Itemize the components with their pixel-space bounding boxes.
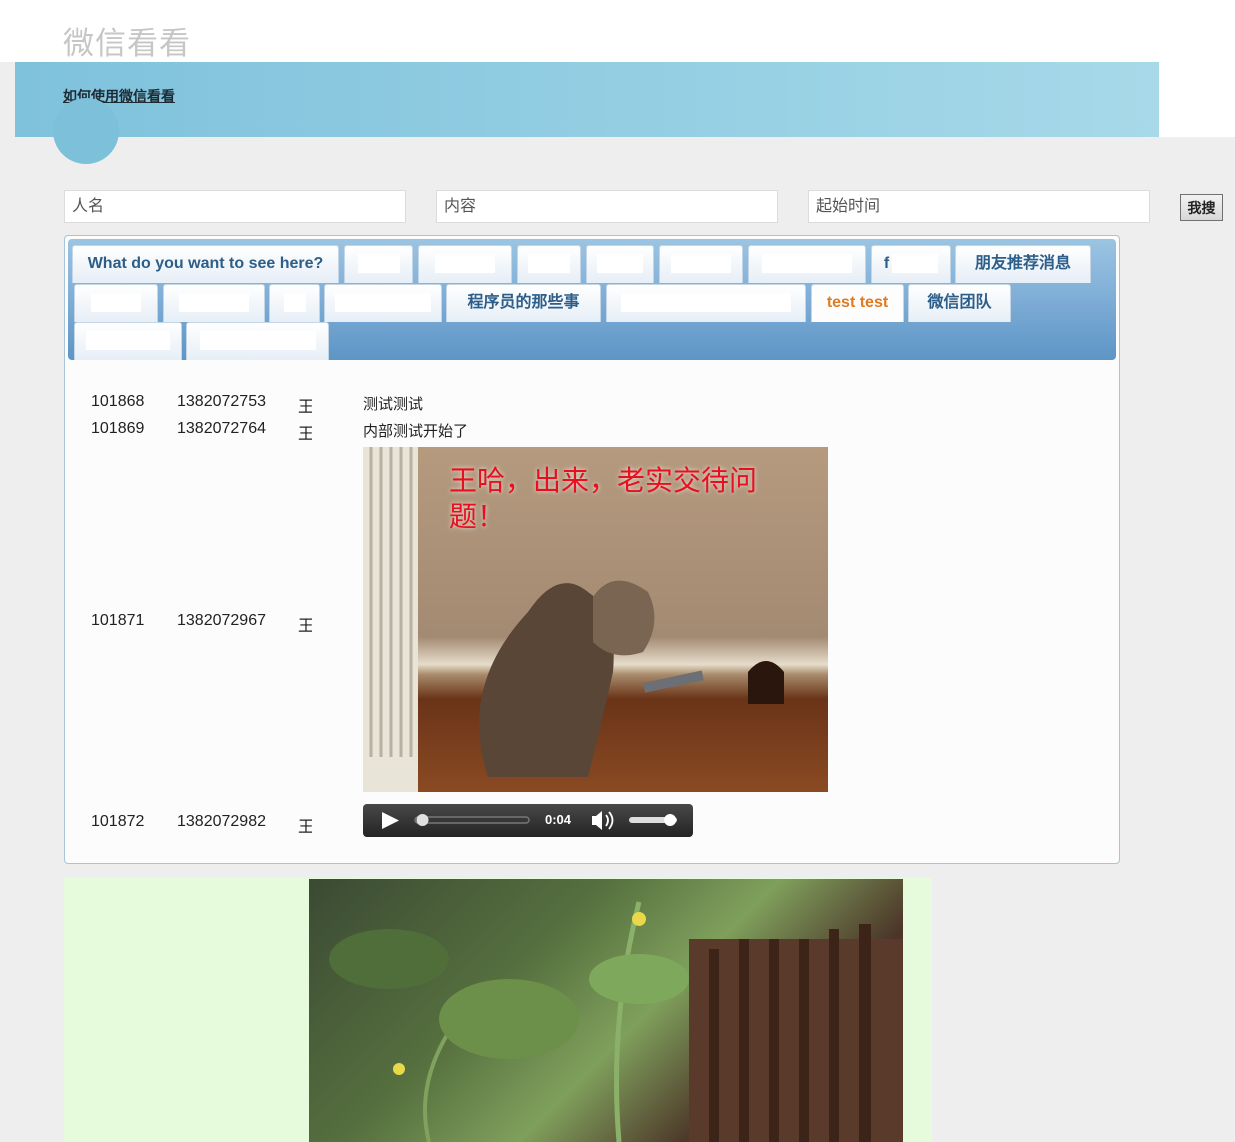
tab-redacted-3[interactable] <box>517 245 581 283</box>
message-image-cat: 王哈，出来，老实交待问题！ <box>363 447 828 792</box>
tab-redacted-8[interactable] <box>163 284 265 322</box>
tab-redacted-9[interactable] <box>269 284 320 322</box>
tab-test-test[interactable]: test test <box>811 284 904 322</box>
message-image-plant <box>309 879 903 1142</box>
audio-player: 0:04 <box>363 804 693 837</box>
message-time: 1382072764 <box>177 420 266 437</box>
tab-redacted-6[interactable] <box>748 245 866 283</box>
image-caption: 王哈，出来，老实交待问题！ <box>449 464 758 533</box>
plant-illustration <box>329 901 903 1142</box>
tab-redacted-7[interactable] <box>74 284 158 322</box>
volume-slider[interactable] <box>627 810 681 831</box>
tab-redacted-2[interactable] <box>418 245 512 283</box>
column-mask <box>312 380 362 850</box>
tab-redacted-12[interactable] <box>74 322 182 360</box>
content-search-input[interactable] <box>436 190 778 223</box>
tab-redacted-11[interactable] <box>606 284 806 322</box>
tab-friend-recommend[interactable]: 朋友推荐消息 <box>955 245 1091 283</box>
message-time: 1382072982 <box>177 813 266 830</box>
message-id: 101872 <box>91 813 145 830</box>
header-banner: 如何使用微信看看 <box>15 62 1159 137</box>
tab-redacted-4[interactable] <box>586 245 654 283</box>
tab-bar: What do you want to see here? f 朋友推荐消息 程… <box>68 239 1116 360</box>
volume-button[interactable] <box>587 808 617 833</box>
name-search-input[interactable] <box>64 190 406 223</box>
play-button[interactable] <box>371 806 411 835</box>
message-time: 1382072753 <box>177 393 266 410</box>
message-content: 测试测试 <box>363 395 424 413</box>
tab-f[interactable]: f <box>871 245 951 283</box>
audio-time: 0:04 <box>545 812 572 827</box>
tab-what-do-you-want[interactable]: What do you want to see here? <box>72 245 339 283</box>
site-title: 微信看看 <box>63 26 191 62</box>
start-time-input[interactable] <box>808 190 1150 223</box>
banner-circle-decoration <box>53 98 119 164</box>
tab-redacted-13[interactable] <box>186 322 329 360</box>
search-button[interactable]: 我搜 <box>1180 194 1223 221</box>
message-id: 101868 <box>91 393 145 410</box>
tab-redacted-1[interactable] <box>344 245 413 283</box>
message-content: 内部测试开始了 <box>363 422 469 440</box>
banner-right-spacer <box>1159 62 1235 137</box>
message-id: 101871 <box>91 612 145 629</box>
message-time: 1382072967 <box>177 612 266 629</box>
tab-wechat-team[interactable]: 微信团队 <box>908 284 1011 322</box>
tab-programmer-stories[interactable]: 程序员的那些事 <box>446 284 601 322</box>
tab-redacted-10[interactable] <box>324 284 442 322</box>
tab-redacted-5[interactable] <box>659 245 743 283</box>
audio-progress-slider[interactable] <box>415 810 531 831</box>
message-id: 101869 <box>91 420 145 437</box>
